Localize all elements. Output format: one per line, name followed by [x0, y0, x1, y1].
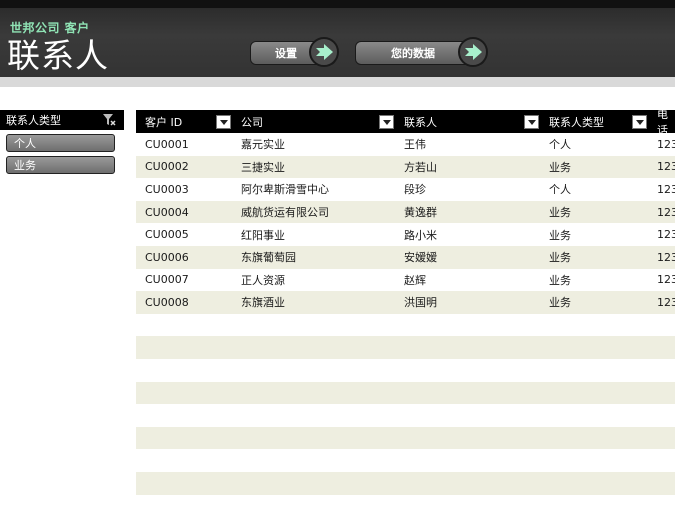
table-cell[interactable]: CU0005	[136, 223, 232, 246]
your-data-button[interactable]: 您的数据	[355, 37, 488, 67]
table-cell[interactable]: CU0003	[136, 178, 232, 201]
arrow-right-icon	[309, 37, 339, 67]
table-row	[136, 495, 675, 518]
header-divider	[0, 77, 675, 87]
table-cell[interactable]: 个人	[540, 178, 648, 201]
table-cell[interactable]: 嘉元实业	[232, 133, 395, 156]
contacts-table: 客户 ID 公司 联系人 联系人类型 电话 CU0001 嘉元实业 王伟 个人 123 C…	[136, 107, 675, 517]
slicer-item-business[interactable]: 业务	[6, 156, 115, 174]
table-row: CU0002 三捷实业 方若山 业务 123	[136, 155, 675, 179]
table-cell[interactable]: 安嫒嫒	[395, 246, 540, 269]
table-row: CU0005 红阳事业 路小米 业务 123	[136, 223, 675, 246]
table-row: CU0006 东旗葡萄园 安嫒嫒 业务 123	[136, 245, 675, 269]
table-cell[interactable]: 东旗酒业	[232, 291, 395, 314]
table-cell[interactable]: 业务	[540, 291, 648, 314]
table-cell[interactable]: 123	[648, 178, 675, 201]
slicer-header: 联系人类型	[0, 110, 124, 130]
arrow-right-icon	[458, 37, 488, 67]
page-title: 联系人	[7, 36, 109, 75]
table-body: CU0001 嘉元实业 王伟 个人 123 CU0002 三捷实业 方若山 业务 123 CU000…	[136, 133, 675, 517]
table-cell[interactable]: 黄逸群	[395, 201, 540, 224]
table-cell[interactable]: 123	[648, 201, 675, 224]
filter-dropdown-customer-id[interactable]	[216, 115, 231, 129]
table-row	[136, 449, 675, 472]
table-cell[interactable]: CU0007	[136, 269, 232, 292]
table-cell[interactable]: 业务	[540, 156, 648, 179]
column-header-contact: 联系人	[404, 115, 437, 129]
table-cell[interactable]: 洪国明	[395, 291, 540, 314]
company-subtitle: 世邦公司 客户	[10, 21, 90, 35]
table-row: CU0003 阿尔卑斯滑雪中心 段珍 个人 123	[136, 178, 675, 201]
table-cell[interactable]: 123	[648, 291, 675, 314]
table-cell[interactable]: 东旗葡萄园	[232, 246, 395, 269]
table-row	[136, 471, 675, 495]
table-row	[136, 426, 675, 450]
table-row	[136, 336, 675, 359]
table-cell[interactable]: 段珍	[395, 178, 540, 201]
table-cell[interactable]: 123	[648, 133, 675, 156]
table-row: CU0008 东旗酒业 洪国明 业务 123	[136, 291, 675, 314]
table-row	[136, 314, 675, 337]
table-row	[136, 359, 675, 382]
slicer-title: 联系人类型	[6, 114, 61, 127]
table-cell[interactable]: 业务	[540, 246, 648, 269]
table-cell[interactable]: 赵辉	[395, 269, 540, 292]
table-cell[interactable]: 威航货运有限公司	[232, 201, 395, 224]
table-cell[interactable]: 123	[648, 246, 675, 269]
table-row: CU0004 威航货运有限公司 黄逸群 业务 123	[136, 200, 675, 224]
table-cell[interactable]: CU0004	[136, 201, 232, 224]
table-row	[136, 381, 675, 405]
settings-button[interactable]: 设置	[250, 37, 339, 67]
table-cell[interactable]: 红阳事业	[232, 223, 395, 246]
table-row: CU0007 正人资源 赵辉 业务 123	[136, 269, 675, 292]
column-header-company: 公司	[241, 115, 263, 129]
app-header: 世邦公司 客户 联系人 设置 您的数据	[0, 0, 675, 77]
table-cell[interactable]: 123	[648, 223, 675, 246]
table-cell[interactable]: CU0008	[136, 291, 232, 314]
column-header-phone: 电话	[657, 107, 668, 137]
filter-dropdown-contact-type[interactable]	[632, 115, 647, 129]
table-header: 客户 ID 公司 联系人 联系人类型 电话	[136, 107, 675, 137]
table-cell[interactable]: 三捷实业	[232, 156, 395, 179]
clear-filter-icon[interactable]	[102, 113, 116, 127]
table-cell[interactable]: 王伟	[395, 133, 540, 156]
table-cell[interactable]: 方若山	[395, 156, 540, 179]
table-cell[interactable]: 业务	[540, 201, 648, 224]
contact-type-slicer: 联系人类型 个人 业务	[0, 110, 124, 174]
slicer-item-personal[interactable]: 个人	[6, 134, 115, 152]
table-cell[interactable]: 123	[648, 156, 675, 179]
table-cell[interactable]: 业务	[540, 269, 648, 292]
table-cell[interactable]: 业务	[540, 223, 648, 246]
table-row: CU0001 嘉元实业 王伟 个人 123	[136, 133, 675, 156]
table-cell[interactable]: CU0002	[136, 156, 232, 179]
table-row	[136, 404, 675, 427]
table-cell[interactable]: 正人资源	[232, 269, 395, 292]
table-cell[interactable]: 个人	[540, 133, 648, 156]
table-cell[interactable]: 123	[648, 269, 675, 292]
table-cell[interactable]: 阿尔卑斯滑雪中心	[232, 178, 395, 201]
table-cell[interactable]: CU0006	[136, 246, 232, 269]
filter-dropdown-contact[interactable]	[524, 115, 539, 129]
table-cell[interactable]: 路小米	[395, 223, 540, 246]
table-cell[interactable]: CU0001	[136, 133, 232, 156]
filter-dropdown-company[interactable]	[379, 115, 394, 129]
